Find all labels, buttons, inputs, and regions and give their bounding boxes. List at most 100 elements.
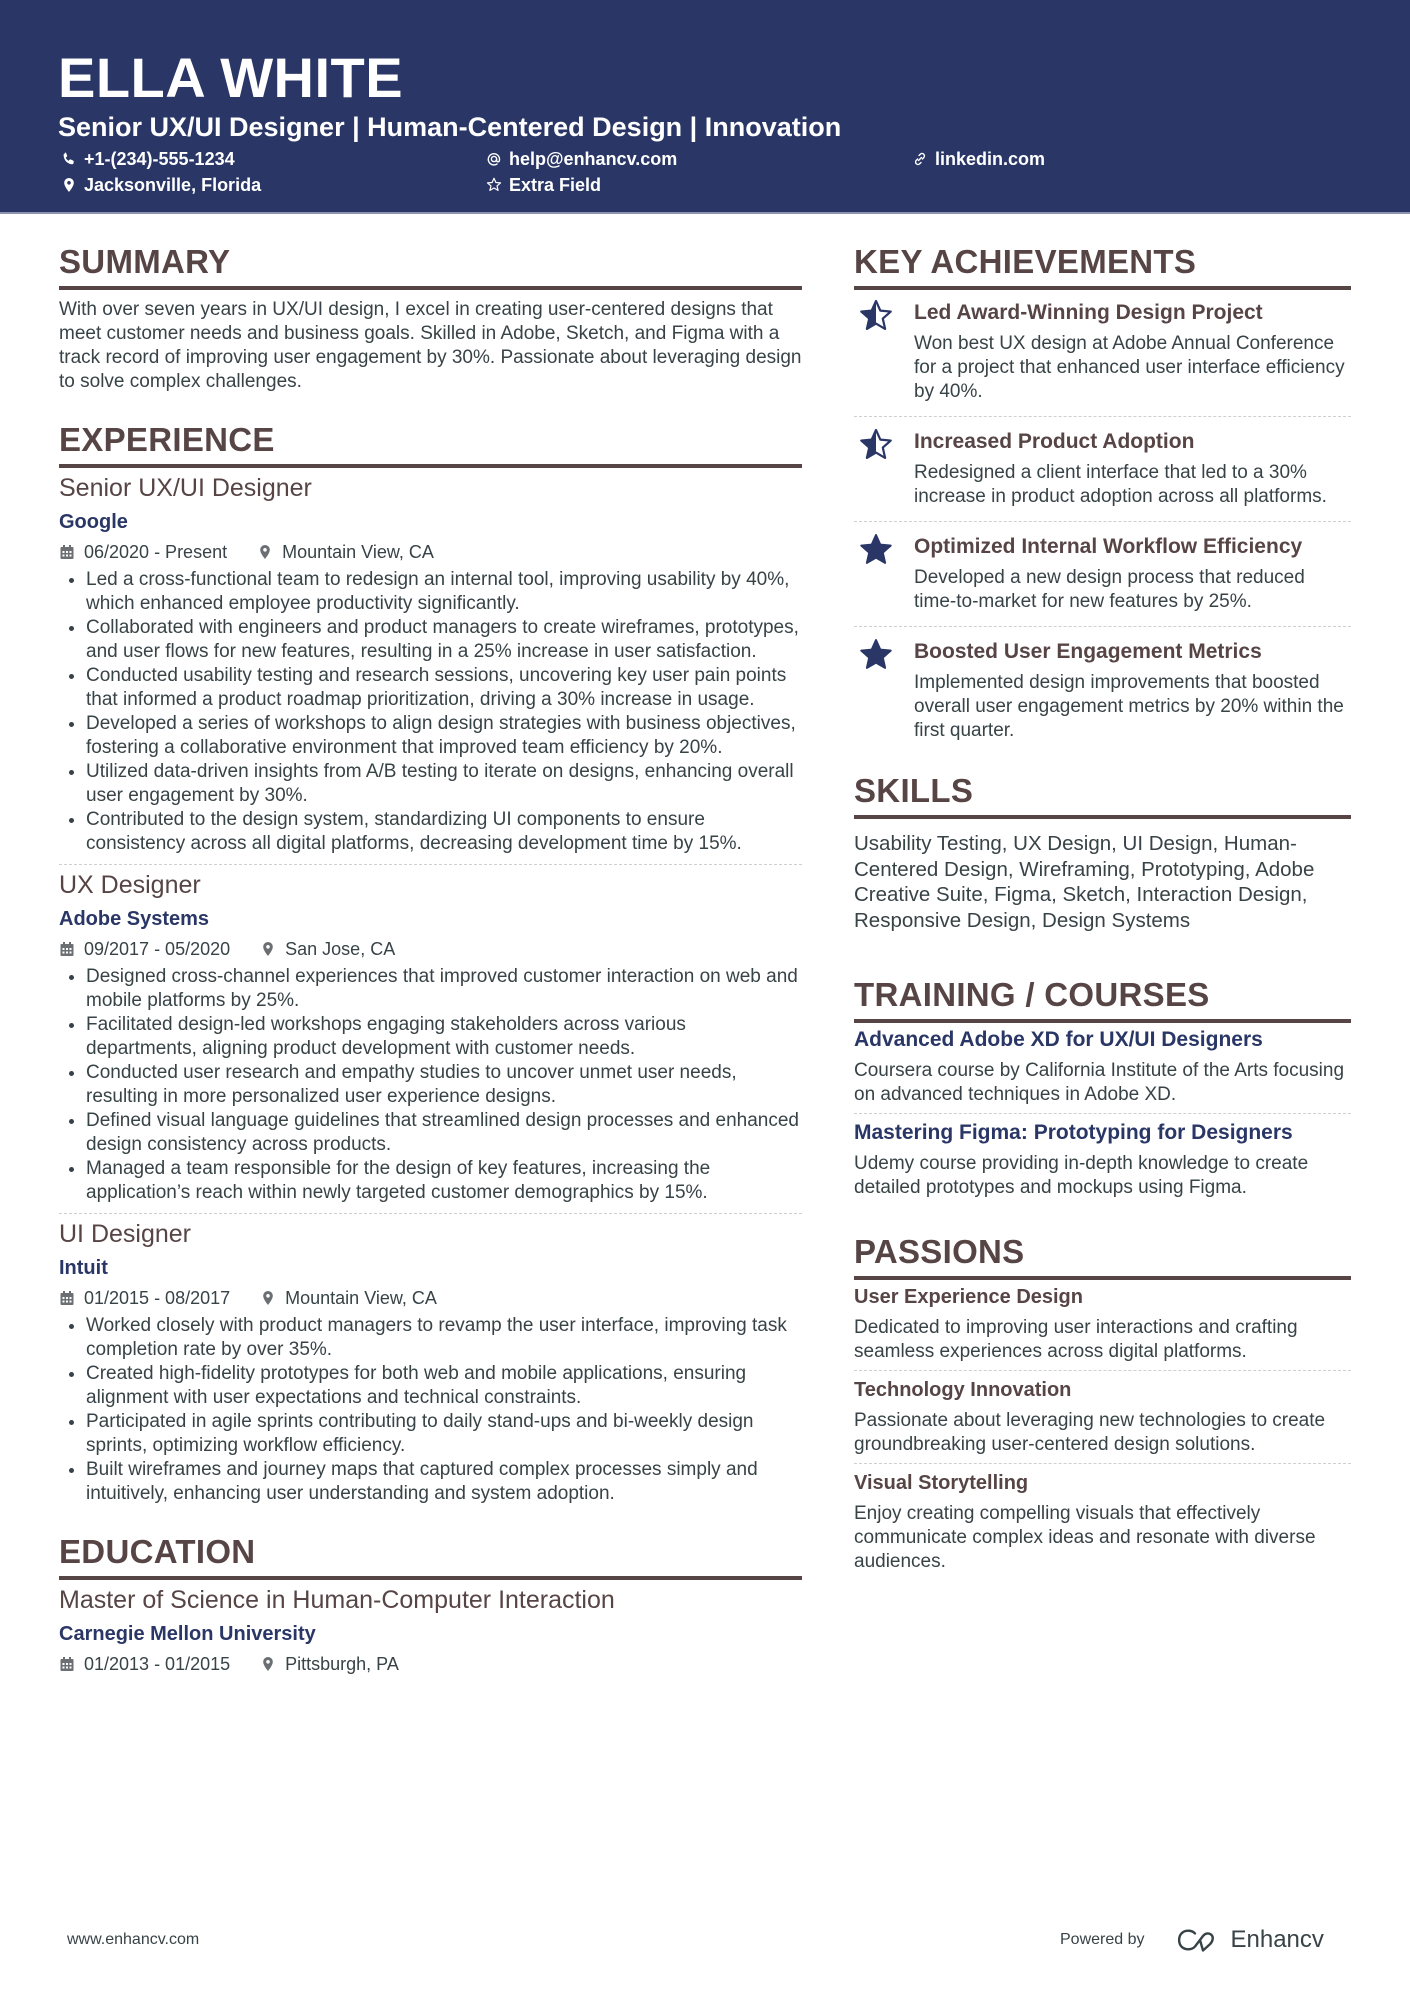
training-section: TRAINING / COURSES Advanced Adobe XD for… — [854, 975, 1351, 1200]
experience-section: EXPERIENCE Senior UX/UI Designer Google … — [59, 420, 802, 1506]
job-bullets: Led a cross-functional team to redesign … — [59, 568, 802, 856]
location-pin-icon — [60, 176, 78, 194]
job-title: UI Designer — [59, 1220, 191, 1248]
job-dates: 06/2020 - Present — [59, 540, 227, 564]
location-pin-icon — [260, 545, 270, 559]
course-item: Advanced Adobe XD for UX/UI Designers Co… — [854, 1025, 1351, 1107]
contact-linkedin[interactable]: linkedin.com — [911, 148, 1045, 170]
entry-divider — [854, 521, 1351, 522]
at-icon — [485, 150, 503, 168]
passion-item: Technology Innovation Passionate about l… — [854, 1375, 1351, 1457]
achievements-section: KEY ACHIEVEMENTS Led Award-Winning Desig… — [854, 242, 1351, 749]
footer-branding: Powered by Enhancv — [1060, 1926, 1324, 1954]
phone-icon — [60, 150, 78, 168]
candidate-headline: Senior UX/UI Designer | Human-Centered D… — [58, 112, 842, 142]
bullet-item: Utilized data-driven insights from A/B t… — [59, 760, 802, 808]
bullet-item: Contributed to the design system, standa… — [59, 808, 802, 856]
passion-item: Visual Storytelling Enjoy creating compe… — [854, 1468, 1351, 1574]
job-meta: 09/2017 - 05/2020 San Jose, CA — [59, 937, 802, 961]
phone-text: +1-(234)-555-1234 — [84, 149, 235, 169]
experience-entry: UI Designer Intuit 01/2015 - 08/2017 Mou… — [59, 1218, 802, 1506]
section-divider — [59, 464, 802, 468]
summary-heading: SUMMARY — [59, 243, 231, 280]
enhancv-logo[interactable]: Enhancv — [1173, 1926, 1324, 1954]
candidate-name: ELLA WHITE — [58, 46, 404, 109]
enhancv-logo-icon — [1177, 1929, 1214, 1952]
education-dates: 01/2013 - 01/2015 — [59, 1652, 230, 1676]
achievement-description: Implemented design improvements that boo… — [914, 672, 1344, 741]
education-dates-text: 01/2013 - 01/2015 — [84, 1654, 231, 1674]
brand-name: Enhancv — [1230, 1926, 1324, 1953]
bullet-item: Developed a series of workshops to align… — [59, 712, 802, 760]
skills-heading: SKILLS — [854, 772, 974, 809]
passions-section: PASSIONS User Experience Design Dedicate… — [854, 1232, 1351, 1574]
extra-field-text: Extra Field — [509, 175, 602, 195]
skills-text: Usability Testing, UX Design, UI Design,… — [854, 832, 1315, 932]
star-outline-icon — [485, 176, 503, 194]
bullet-item: Defined visual language guidelines that … — [59, 1109, 802, 1157]
education-location: Pittsburgh, PA — [260, 1652, 399, 1676]
skills-section: SKILLS Usability Testing, UX Design, UI … — [854, 771, 1351, 933]
footer-website-link[interactable]: www.enhancv.com — [67, 1931, 199, 1949]
job-bullets: Designed cross-channel experiences that … — [59, 965, 802, 1205]
location-text: Jacksonville, Florida — [84, 175, 262, 195]
job-location-text: Mountain View, CA — [285, 1288, 437, 1308]
summary-text: With over seven years in UX/UI design, I… — [59, 299, 802, 392]
passion-title: User Experience Design — [854, 1286, 1083, 1308]
bullet-item: Led a cross-functional team to redesign … — [59, 568, 802, 616]
calendar-icon — [60, 545, 74, 559]
company-name: Adobe Systems — [59, 908, 210, 930]
job-dates-text: 09/2017 - 05/2020 — [84, 939, 231, 959]
achievement-item: Optimized Internal Workflow Efficiency D… — [854, 524, 1351, 620]
bullet-item: Facilitated design-led workshops engagin… — [59, 1013, 802, 1061]
section-divider — [854, 1019, 1351, 1023]
bullet-item: Designed cross-channel experiences that … — [59, 965, 802, 1013]
job-meta: 01/2015 - 08/2017 Mountain View, CA — [59, 1286, 802, 1310]
passion-description: Enjoy creating compelling visuals that e… — [854, 1503, 1316, 1572]
bullet-item: Conducted user research and empathy stud… — [59, 1061, 802, 1109]
passion-title: Technology Innovation — [854, 1379, 1072, 1401]
course-item: Mastering Figma: Prototyping for Designe… — [854, 1118, 1351, 1200]
experience-entry: UX Designer Adobe Systems 09/2017 - 05/2… — [59, 869, 802, 1205]
achievement-title: Optimized Internal Workflow Efficiency — [914, 535, 1303, 558]
contact-email[interactable]: help@enhancv.com — [485, 148, 677, 170]
job-dates-text: 06/2020 - Present — [84, 542, 228, 562]
entry-divider — [854, 1370, 1351, 1371]
achievement-title: Led Award-Winning Design Project — [914, 301, 1263, 324]
email-link[interactable]: help@enhancv.com — [509, 148, 677, 170]
entry-divider — [59, 1213, 802, 1214]
resume-header: ELLA WHITE Senior UX/UI Designer | Human… — [0, 0, 1410, 214]
job-title: UX Designer — [59, 871, 201, 899]
location-pin-icon — [263, 1657, 273, 1671]
company-name: Google — [59, 511, 128, 533]
achievement-description: Won best UX design at Adobe Annual Confe… — [914, 333, 1345, 402]
linkedin-link[interactable]: linkedin.com — [935, 148, 1045, 170]
achievement-item: Increased Product Adoption Redesigned a … — [854, 419, 1351, 515]
location-pin-icon — [263, 942, 273, 956]
achievements-heading: KEY ACHIEVEMENTS — [854, 243, 1197, 280]
bullet-item: Conducted usability testing and research… — [59, 664, 802, 712]
achievement-title: Increased Product Adoption — [914, 430, 1195, 453]
achievement-title: Boosted User Engagement Metrics — [914, 640, 1262, 663]
job-location-text: Mountain View, CA — [282, 542, 434, 562]
contact-extra: Extra Field — [485, 174, 601, 196]
company-name: Intuit — [59, 1257, 108, 1279]
bullet-item: Worked closely with product managers to … — [59, 1314, 802, 1362]
entry-divider — [854, 1463, 1351, 1464]
bullet-item: Created high-fidelity prototypes for bot… — [59, 1362, 802, 1410]
powered-by-label: Powered by — [1060, 1931, 1145, 1948]
passion-description: Passionate about leveraging new technolo… — [854, 1410, 1326, 1455]
school-name: Carnegie Mellon University — [59, 1623, 316, 1645]
experience-entry: Senior UX/UI Designer Google 06/2020 - P… — [59, 472, 802, 856]
job-dates-text: 01/2015 - 08/2017 — [84, 1288, 231, 1308]
calendar-icon — [60, 1657, 74, 1671]
course-title: Mastering Figma: Prototyping for Designe… — [854, 1121, 1293, 1144]
achievement-description: Redesigned a client interface that led t… — [914, 462, 1327, 507]
section-divider — [854, 1276, 1351, 1280]
job-location: San Jose, CA — [260, 937, 395, 961]
bullet-item: Built wireframes and journey maps that c… — [59, 1458, 802, 1506]
degree-title: Master of Science in Human-Computer Inte… — [59, 1586, 615, 1614]
education-section: EDUCATION Master of Science in Human-Com… — [59, 1532, 802, 1676]
star-filled-icon — [854, 532, 914, 614]
achievement-item: Boosted User Engagement Metrics Implemen… — [854, 629, 1351, 749]
